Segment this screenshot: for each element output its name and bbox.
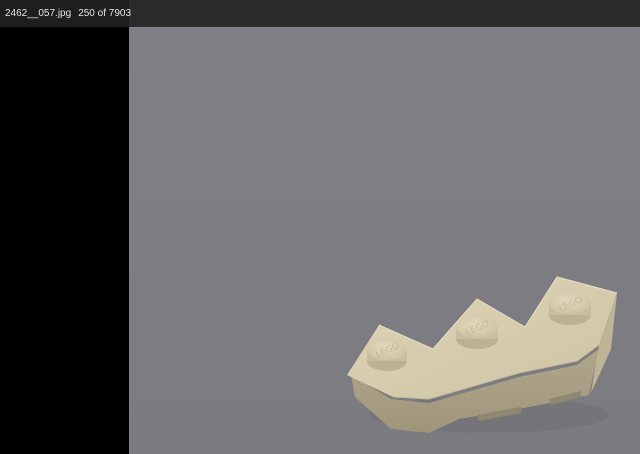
file-name: 2462__057.jpg <box>5 8 72 19</box>
image-viewer-window: 2462__057.jpg 250 of 7903 LEGO LEGO LEGO <box>0 0 640 454</box>
title-bar: 2462__057.jpg 250 of 7903 <box>0 0 640 27</box>
stud-2: LEGO <box>456 316 498 349</box>
stud-3: LEGO <box>549 292 591 325</box>
stud-1: LEGO <box>367 338 407 371</box>
photo: LEGO LEGO LEGO <box>129 27 640 454</box>
letterbox-left <box>0 27 129 454</box>
image-position: 250 of 7903 <box>78 8 132 19</box>
title-info: 2462__057.jpg 250 of 7903 <box>0 0 132 27</box>
image-canvas[interactable]: LEGO LEGO LEGO <box>129 27 640 454</box>
